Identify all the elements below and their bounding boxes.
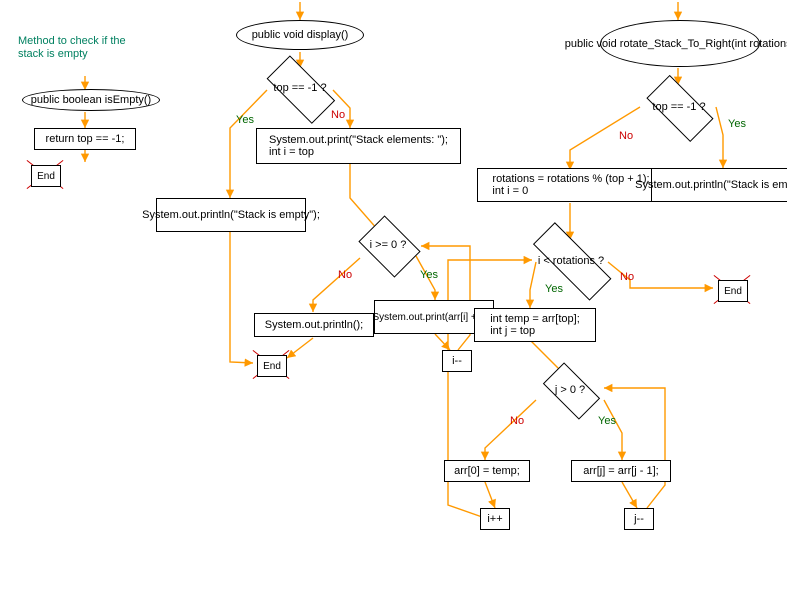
node-method-display: public void display()	[236, 20, 364, 50]
end-display: End	[252, 350, 290, 380]
end-isempty: End	[26, 160, 64, 190]
label-yes-3: Yes	[728, 118, 746, 130]
label-no-2: No	[338, 269, 352, 281]
label-no-1: No	[331, 109, 345, 121]
node-cond-top-empty: top == -1 ?	[256, 66, 344, 110]
label-yes-1: Yes	[236, 114, 254, 126]
label-yes-5: Yes	[598, 415, 616, 427]
node-return-top: return top == -1;	[34, 128, 136, 150]
node-temp-init: int temp = arr[top]; int j = top	[474, 308, 596, 342]
node-cond-i-lt-rot: i < rotations ?	[515, 240, 627, 282]
node-println: System.out.println();	[254, 313, 374, 337]
node-arrj-shift: arr[j] = arr[j - 1];	[571, 460, 671, 482]
label-yes-2: Yes	[420, 269, 438, 281]
node-i-dec: i--	[442, 350, 472, 372]
comment-isempty: Method to check if the stack is empty	[18, 35, 148, 61]
node-arr0-temp: arr[0] = temp;	[444, 460, 530, 482]
node-cond-top-empty-2: top == -1 ?	[636, 85, 722, 129]
label-no-4: No	[620, 271, 634, 283]
node-cond-i-ge-0: i >= 0 ?	[353, 220, 423, 270]
node-i-inc: i++	[480, 508, 510, 530]
node-display-header: System.out.print("Stack elements: "); in…	[256, 128, 461, 164]
node-method-rotate: public void rotate_Stack_To_Right(int ro…	[600, 20, 760, 67]
label-no-3: No	[619, 130, 633, 142]
label-yes-4: Yes	[545, 283, 563, 295]
node-method-isempty: public boolean isEmpty()	[22, 89, 160, 111]
node-rotate-empty: System.out.println("Stack is empty");	[651, 168, 787, 202]
node-display-empty: System.out.println("Stack is empty");	[156, 198, 306, 232]
node-cond-j-gt-0: j > 0 ?	[535, 370, 605, 410]
label-no-5: No	[510, 415, 524, 427]
end-rotate: End	[713, 275, 751, 305]
node-j-dec: j--	[624, 508, 654, 530]
